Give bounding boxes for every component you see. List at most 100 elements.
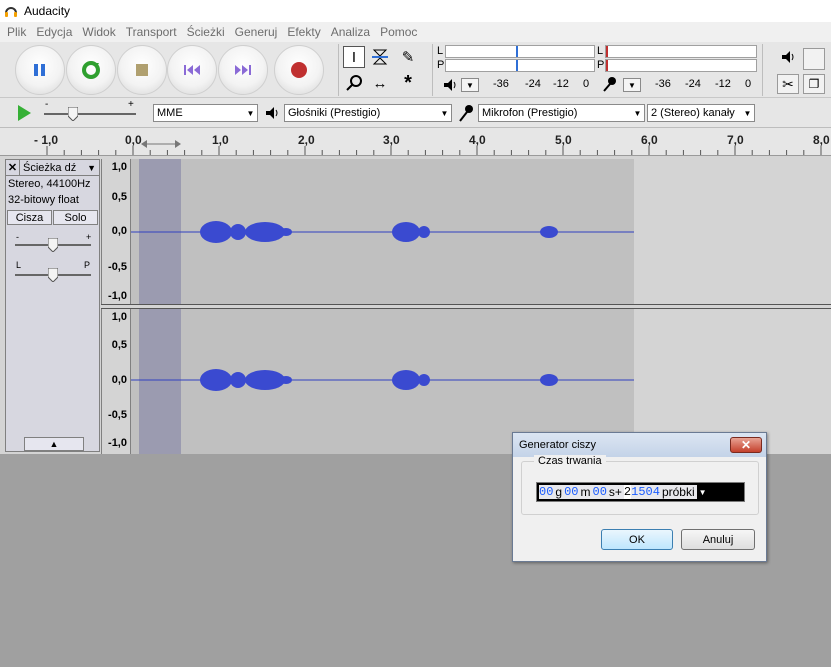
rec-meter-right[interactable]	[605, 59, 757, 72]
mute-button[interactable]: Cisza	[7, 210, 52, 225]
pan-slider-thumb[interactable]	[48, 268, 58, 282]
i-beam-icon: I	[351, 48, 357, 66]
play-at-speed-icon[interactable]	[16, 104, 32, 122]
zoom-tool[interactable]	[343, 72, 365, 94]
pause-button[interactable]	[15, 45, 65, 95]
duration-seconds[interactable]: 00	[592, 485, 607, 499]
rec-scale-24: -24	[685, 78, 701, 90]
y-axis-right-channel: 1,0 0,5 0,0 -0,5 -1,0	[101, 309, 131, 454]
ruler-label: 6,0	[641, 133, 658, 147]
rec-meter-left[interactable]	[605, 45, 757, 58]
edit-toolbar: ✂ ❐	[762, 44, 831, 96]
timeline-ruler[interactable]: - 1,0 0,0 1,0 2,0 3,0 4,0 5,0 6,0 7,0 8,…	[0, 128, 831, 156]
menu-help[interactable]: Pomoc	[375, 25, 422, 39]
output-device-select[interactable]: Głośniki (Prestigio) ▼	[284, 104, 452, 122]
ruler-label: 8,0	[813, 133, 830, 147]
solo-button[interactable]: Solo	[53, 210, 98, 225]
y-label: -0,5	[108, 409, 127, 421]
menu-transport[interactable]: Transport	[121, 25, 182, 39]
duration-samples-cursor-digit[interactable]: 2	[623, 485, 632, 499]
cut-button[interactable]: ✂	[777, 74, 799, 94]
rec-meter-menu[interactable]: ▼	[623, 78, 641, 92]
duration-minutes[interactable]: 00	[564, 485, 579, 499]
duration-hours-label: g	[553, 485, 565, 499]
rec-meter-left-label: L	[597, 45, 604, 57]
loop-play-icon	[82, 61, 100, 79]
title-bar: Audacity	[0, 0, 831, 22]
menu-effects[interactable]: Efekty	[282, 25, 325, 39]
microphone-icon[interactable]	[601, 75, 619, 93]
chevron-down-icon: ▼	[440, 108, 449, 118]
dropdown-arrow-icon: ▼	[466, 80, 474, 90]
menu-file[interactable]: Plik	[2, 25, 31, 39]
menu-view[interactable]: Widok	[77, 25, 120, 39]
stop-button[interactable]	[117, 45, 167, 95]
skip-to-start-button[interactable]	[167, 45, 217, 95]
dropdown-arrow-icon: ▼	[87, 162, 96, 173]
rec-meter-right-label: P	[597, 59, 605, 71]
meter-toolbar: L P L P ▼ -36 -24 -12 0 ▼ -36 -24 -12 0	[432, 44, 758, 96]
chevron-down-icon: ▼	[633, 108, 642, 118]
dialog-close-button[interactable]: ✕	[730, 437, 762, 453]
duration-input[interactable]: 00 g 00 m 00 s+ 2 1504 próbki ▼	[536, 482, 745, 502]
play-meter-right[interactable]	[445, 59, 595, 72]
play-scale-12: -12	[553, 78, 569, 90]
gain-slider-thumb[interactable]	[48, 238, 58, 252]
track-format-info: Stereo, 44100Hz	[8, 178, 91, 190]
duration-hours[interactable]: 00	[539, 485, 554, 499]
ruler-label: 7,0	[727, 133, 744, 147]
selection-tool[interactable]: I	[343, 46, 365, 68]
copy-button[interactable]: ❐	[803, 74, 825, 94]
audio-host-select[interactable]: MME ▼	[153, 104, 258, 122]
ok-button[interactable]: OK	[601, 529, 673, 550]
menu-edit[interactable]: Edycja	[31, 25, 77, 39]
menu-tracks[interactable]: Ścieżki	[182, 25, 230, 39]
play-button-loop[interactable]	[66, 45, 116, 95]
ruler-label: 3,0	[383, 133, 400, 147]
ok-label: OK	[629, 533, 645, 546]
y-label: 0,5	[111, 191, 127, 203]
copy-icon: ❐	[808, 77, 820, 91]
track-name-menu[interactable]: Ścieżka dź ▼	[20, 162, 99, 174]
rec-scale-12: -12	[715, 78, 731, 90]
track-bit-depth-info: 32-bitowy float	[8, 194, 79, 206]
solo-label: Solo	[64, 211, 87, 224]
cancel-button[interactable]: Anuluj	[681, 529, 755, 550]
duration-samples[interactable]: 1504	[631, 485, 660, 499]
dialog-title: Generator ciszy	[519, 439, 597, 451]
time-shift-tool[interactable]: ↔	[369, 72, 391, 94]
input-device-select[interactable]: Mikrofon (Prestigio) ▼	[478, 104, 645, 122]
format-menu-arrow-icon[interactable]: ▼	[699, 488, 707, 497]
record-icon	[291, 62, 307, 78]
audacity-logo-icon	[5, 7, 17, 17]
microphone-icon	[459, 105, 473, 122]
collapse-arrow-icon: ▲	[49, 439, 59, 449]
speaker-icon[interactable]	[443, 78, 457, 92]
play-meter-left[interactable]	[445, 45, 595, 58]
play-speed-slider-track[interactable]	[44, 113, 136, 115]
y-label: 0,0	[111, 374, 127, 386]
duration-samples-label: próbki	[659, 485, 697, 499]
channels-value: 2 (Stereo) kanały	[651, 107, 735, 119]
ruler-label: 4,0	[469, 133, 486, 147]
play-meter-menu[interactable]: ▼	[461, 78, 479, 92]
channels-select[interactable]: 2 (Stereo) kanały ▼	[647, 104, 755, 122]
menu-analyze[interactable]: Analiza	[326, 25, 375, 39]
skip-to-end-button[interactable]	[218, 45, 268, 95]
output-device-value: Głośniki (Prestigio)	[288, 107, 381, 119]
close-track-button[interactable]: ✕	[6, 160, 20, 175]
record-button[interactable]	[274, 45, 324, 95]
extra-toolbar-button[interactable]	[803, 48, 825, 70]
double-arrow-icon: ↔	[372, 74, 388, 92]
envelope-tool[interactable]	[369, 46, 391, 68]
collapse-track-button[interactable]: ▲	[24, 437, 84, 451]
playback-volume-icon[interactable]	[781, 50, 795, 64]
draw-tool[interactable]: ✎	[397, 46, 419, 68]
magnifier-icon	[346, 75, 362, 91]
pause-icon	[34, 64, 45, 76]
menu-generate[interactable]: Generuj	[230, 25, 283, 39]
multi-tool[interactable]: *	[397, 72, 419, 94]
play-speed-slider-thumb[interactable]	[68, 107, 78, 121]
input-device-value: Mikrofon (Prestigio)	[482, 107, 578, 119]
chevron-down-icon: ▼	[246, 108, 255, 118]
